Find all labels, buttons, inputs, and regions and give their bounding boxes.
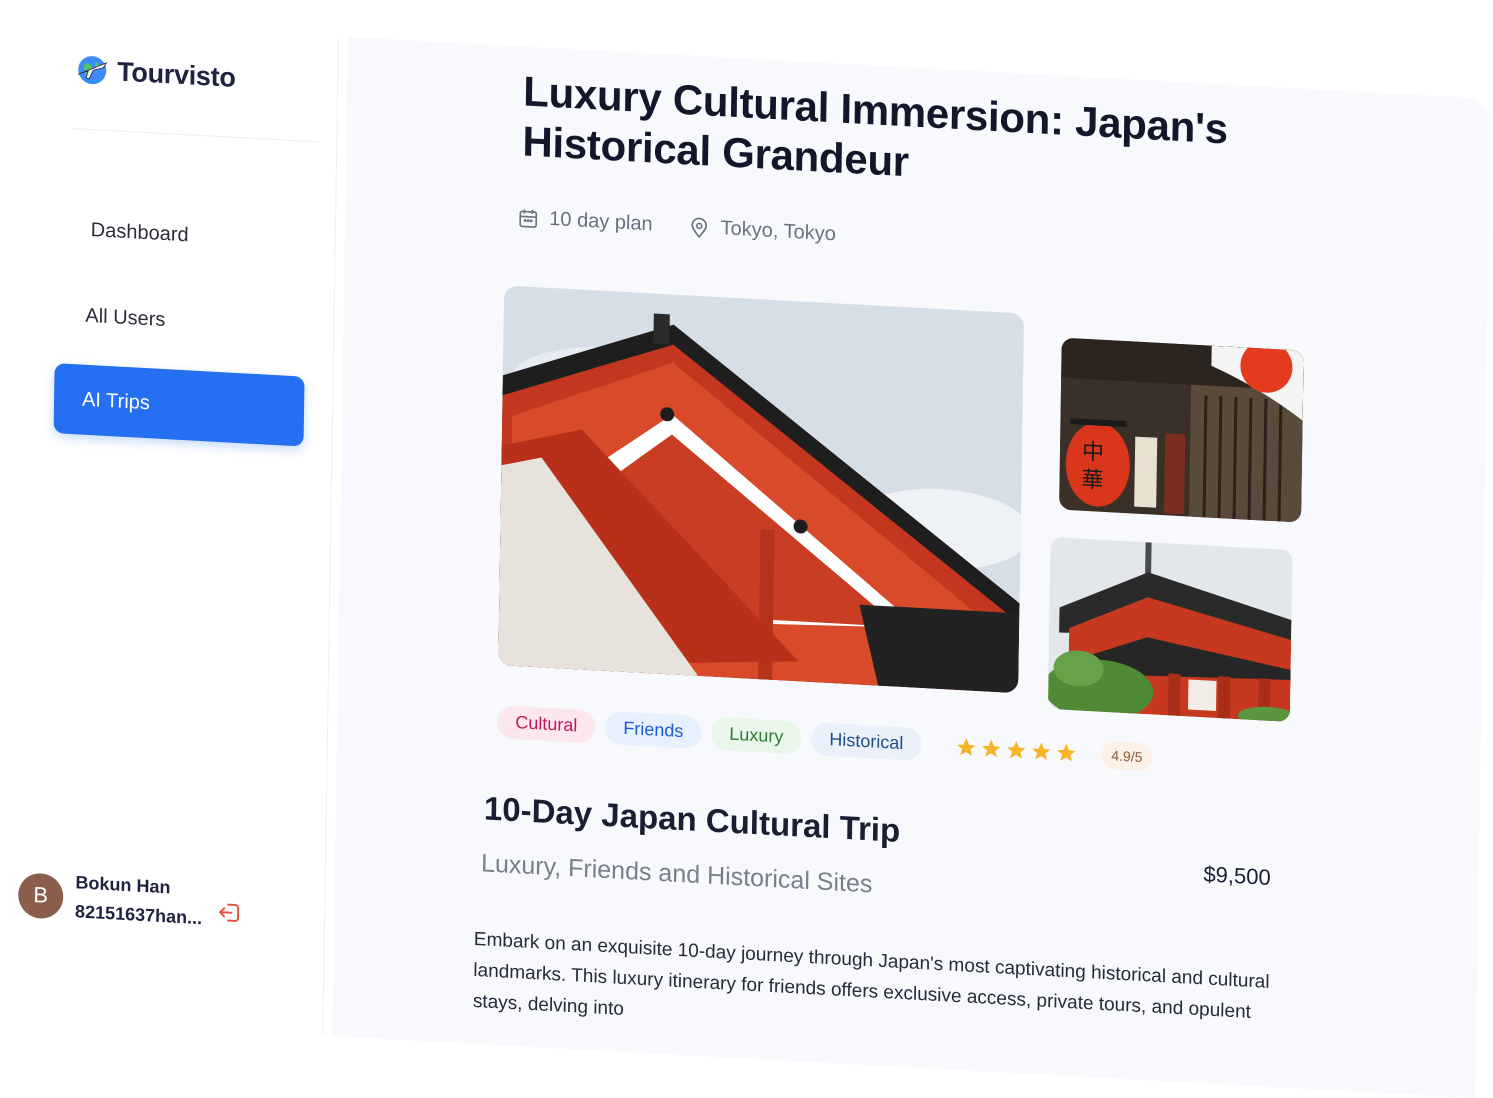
avatar: B [17,871,64,920]
user-profile: B Bokun Han 82151637han... [17,869,203,929]
rating-badge: 4.9/5 [1101,740,1153,772]
trip-image-pagoda [1047,537,1293,723]
trip-subtitle: Luxury, Friends and Historical Sites [480,849,873,899]
tag-friends[interactable]: Friends [605,710,702,750]
star-icon [1032,741,1051,760]
trip-image-main [498,285,1025,694]
svg-text:中: 中 [1082,440,1104,466]
brand-divider [72,128,319,143]
trip-duration: 10 day plan [549,207,653,236]
trip-location: Tokyo, Tokyo [720,217,837,246]
page-title: Luxury Cultural Immersion: Japan's Histo… [522,67,1229,186]
sidebar-item-all-users[interactable]: All Users [55,279,306,362]
sidebar-item-dashboard[interactable]: Dashboard [56,193,307,276]
star-icon [1007,740,1026,759]
trip-meta: 10 day plan Tokyo, Tokyo [517,206,836,246]
brand[interactable]: Tourvisto [75,52,236,95]
trip-name: 10-Day Japan Cultural Trip [483,789,901,849]
sidebar-item-label: All Users [85,304,166,331]
lantern-illustration: 中 華 [1059,337,1304,523]
location-pin-icon [691,217,708,238]
svg-text:華: 華 [1081,468,1103,494]
sidebar-item-label: AI Trips [81,388,151,414]
globe-plane-icon [77,56,108,85]
tag-cultural[interactable]: Cultural [497,705,596,744]
star-icon [957,737,976,756]
trip-detail: Luxury Cultural Immersion: Japan's Histo… [332,36,1491,1098]
logout-icon[interactable] [216,898,244,927]
user-id: 82151637han... [74,901,203,929]
trip-description: Embark on an exquisite 10-day journey th… [472,928,1270,1023]
sidebar: Tourvisto Dashboard All Users AI Trips B… [0,18,339,1036]
calendar-icon [519,208,538,228]
trip-price: $9,500 [1203,861,1271,890]
temple-roof-illustration [498,285,1025,694]
user-name: Bokun Han [75,872,171,898]
pagoda-illustration [1047,537,1293,723]
star-icon [982,739,1001,757]
star-icon [1057,743,1076,761]
sidebar-item-label: Dashboard [90,218,189,246]
brand-name: Tourvisto [117,55,236,93]
sidebar-item-ai-trips[interactable]: AI Trips [53,363,305,447]
trip-image-lantern: 中 華 [1059,337,1304,523]
tag-luxury[interactable]: Luxury [711,716,802,755]
trip-tags: Cultural Friends Luxury Historical 4.9/5 [497,705,1153,773]
tag-historical[interactable]: Historical [811,722,922,762]
rating-stars [955,735,1077,764]
